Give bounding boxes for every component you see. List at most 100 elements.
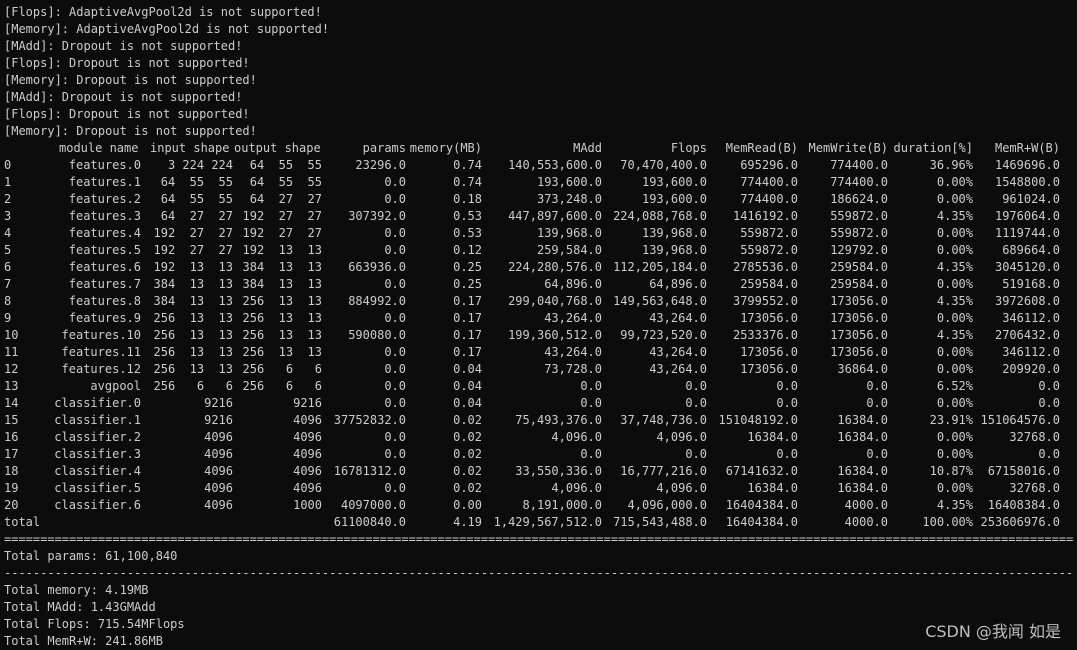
cell-index: 10	[4, 328, 19, 342]
cell-memory: 0.02	[453, 430, 482, 444]
cell-index: 4	[4, 226, 12, 240]
cell-module-name: features.4	[68, 226, 141, 240]
header-output-shape: output shape	[234, 141, 321, 155]
cell-memread: 173056.0	[740, 362, 798, 376]
total-memrw-line: Total MemR+W: 241.86MB	[4, 634, 163, 648]
cell-madd: 224,280,576.0	[508, 260, 602, 274]
cell-memrw: 0.0	[1038, 379, 1060, 393]
cell-params: 0.0	[384, 192, 406, 206]
cell-index: 8	[4, 294, 12, 308]
cell-flops: 139,968.0	[641, 243, 707, 257]
warning-line: [MAdd]: Dropout is not supported!	[4, 90, 243, 104]
cell-flops: 37,748,736.0	[620, 413, 707, 427]
cell-input-shape: 4096	[204, 430, 233, 444]
cell-memread: 16384.0	[747, 481, 798, 495]
cell-module-name: features.6	[68, 260, 141, 274]
cell-input-shape: 4096	[204, 498, 233, 512]
cell-duration: 0.00%	[936, 447, 973, 461]
table-row: 10 features.10 256 13 13 256 13 13 590080.0 0…	[4, 327, 1074, 344]
cell-memory: 0.17	[453, 311, 482, 325]
cell-memrw: 346112.0	[1002, 345, 1060, 359]
cell-flops: 193,600.0	[641, 175, 707, 189]
cell-duration: 4.35%	[936, 294, 973, 308]
cell-output-shape: 64 55 55	[249, 175, 322, 189]
warning-lines: [Flops]: AdaptiveAvgPool2d is not suppor…	[4, 4, 1074, 140]
cell-memory: 0.02	[453, 481, 482, 495]
cell-params: 0.0	[384, 362, 406, 376]
cell-flops: 43,264.0	[649, 345, 707, 359]
cell-madd: 259,584.0	[536, 243, 602, 257]
table-row: 1 features.1 64 55 55 64 55 55 0.0 0.74 193,60…	[4, 174, 1074, 191]
cell-index: 1	[4, 175, 12, 189]
cell-memread: 2533376.0	[732, 328, 798, 342]
cell-madd: 373,248.0	[536, 192, 602, 206]
cell-madd: 75,493,376.0	[515, 413, 602, 427]
cell-duration: 0.00%	[936, 396, 973, 410]
cell-memory: 0.17	[453, 345, 482, 359]
cell-index: 20	[4, 498, 19, 512]
cell-params: 884992.0	[348, 294, 406, 308]
cell-params: 0.0	[384, 226, 406, 240]
cell-index: 9	[4, 311, 12, 325]
cell-memory: 0.25	[453, 277, 482, 291]
cell-output-shape: 4096	[293, 413, 322, 427]
cell-output-shape: 1000	[293, 498, 322, 512]
cell-flops: 224,088,768.0	[613, 209, 707, 223]
cell-memrw: 253606976.0	[980, 515, 1060, 529]
cell-input-shape: 9216	[204, 413, 233, 427]
cell-index: 17	[4, 447, 19, 461]
cell-memory: 0.04	[453, 379, 482, 393]
cell-params: 37752832.0	[333, 413, 406, 427]
cell-input-shape: 256 13 13	[153, 345, 233, 359]
cell-input-shape: 256 13 13	[153, 362, 233, 376]
cell-flops: 43,264.0	[649, 362, 707, 376]
table-row: 13 avgpool 256 6 6 256 6 6 0.0 0.04 0.0 0.0 0.0 0…	[4, 378, 1074, 395]
cell-module-name: features.3	[68, 209, 141, 223]
cell-index: 13	[4, 379, 19, 393]
cell-memory: 0.53	[453, 209, 482, 223]
warning-line: [MAdd]: Dropout is not supported!	[4, 39, 243, 53]
cell-output-shape: 4096	[293, 447, 322, 461]
cell-flops: 99,723,520.0	[620, 328, 707, 342]
cell-memwrite: 186624.0	[830, 192, 888, 206]
cell-memrw: 67158016.0	[987, 464, 1060, 478]
cell-memrw: 0.0	[1038, 447, 1060, 461]
cell-output-shape: 192 27 27	[242, 209, 322, 223]
cell-index: 0	[4, 158, 12, 172]
cell-params: 4097000.0	[340, 498, 406, 512]
cell-params: 0.0	[384, 345, 406, 359]
cell-memory: 0.02	[453, 447, 482, 461]
cell-madd: 0.0	[580, 379, 602, 393]
cell-input-shape: 4096	[204, 464, 233, 478]
cell-duration: 0.00%	[936, 362, 973, 376]
cell-params: 23296.0	[355, 158, 406, 172]
cell-flops: 4,096.0	[656, 430, 707, 444]
table-row: 16 classifier.2 4096 4096 0.0 0.02 4,096.0 4,09…	[4, 429, 1074, 446]
csdn-watermark: CSDN @我闻 如是	[925, 622, 1061, 641]
cell-memrw: 2706432.0	[994, 328, 1060, 342]
cell-params: 590080.0	[348, 328, 406, 342]
cell-flops: 149,563,648.0	[613, 294, 707, 308]
cell-duration: 23.91%	[929, 413, 973, 427]
header-memory: memory(MB)	[409, 141, 482, 155]
cell-memory: 0.74	[453, 175, 482, 189]
cell-output-shape: 256 13 13	[242, 328, 322, 342]
cell-memread: 3799552.0	[732, 294, 798, 308]
cell-input-shape: 256 6 6	[153, 379, 233, 393]
cell-memrw: 689664.0	[1002, 243, 1060, 257]
cell-duration: 0.00%	[936, 243, 973, 257]
cell-memwrite: 0.0	[866, 447, 888, 461]
cell-module-name: features.8	[68, 294, 141, 308]
cell-memrw: 346112.0	[1002, 311, 1060, 325]
cell-output-shape: 256 13 13	[242, 345, 322, 359]
cell-memrw: 151064576.0	[980, 413, 1060, 427]
cell-memrw: 32768.0	[1009, 481, 1060, 495]
cell-params: 663936.0	[348, 260, 406, 274]
cell-output-shape: 4096	[293, 481, 322, 495]
table-row: 12 features.12 256 13 13 256 6 6 0.0 0.04 73,7…	[4, 361, 1074, 378]
table-row: 6 features.6 192 13 13 384 13 13 663936.0 0.2…	[4, 259, 1074, 276]
cell-module-name: features.11	[61, 345, 141, 359]
cell-flops: 43,264.0	[649, 311, 707, 325]
header-duration: duration[%]	[893, 141, 973, 155]
cell-memread: 2785536.0	[732, 260, 798, 274]
